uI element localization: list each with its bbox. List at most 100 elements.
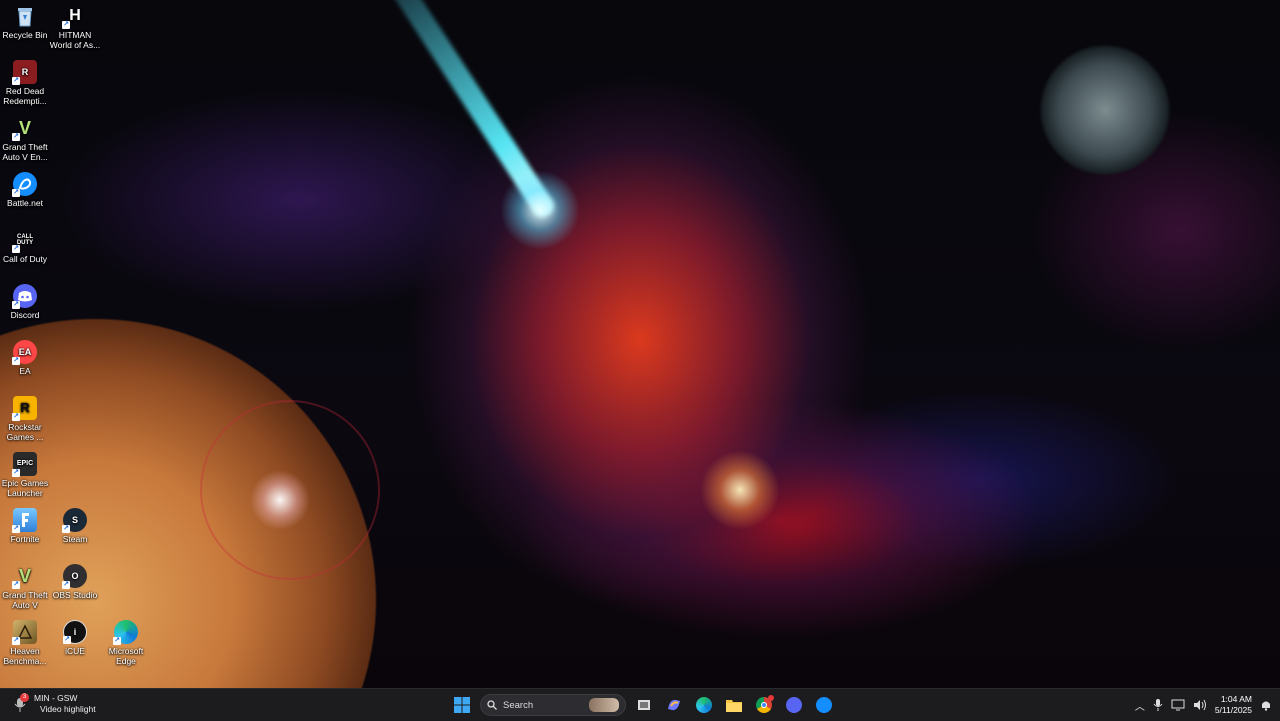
notification-subtitle: Video highlight (40, 704, 96, 714)
shortcut-arrow-icon: ↗ (12, 469, 20, 477)
icon-label: Discord (10, 310, 40, 320)
shortcut-arrow-icon: ↗ (12, 301, 20, 309)
desktop-icon-icue[interactable]: i ↗ iCUE (48, 620, 102, 656)
comet-beam (386, 0, 558, 221)
desktop-icon-rockstar[interactable]: R ↗ Rockstar Games ... (0, 396, 52, 442)
chevron-up-icon[interactable]: ︿ (1135, 698, 1145, 713)
edge-icon: ↗ (113, 620, 138, 645)
recycle-bin-icon (13, 4, 37, 28)
desktop-icon-discord[interactable]: ↗ Discord (0, 284, 52, 320)
icon-glyph: O (71, 571, 79, 581)
desktop-icon-heaven-benchmark[interactable]: ↗ Heaven Benchma... (0, 620, 52, 666)
desktop-icon-obs[interactable]: O ↗ OBS Studio (48, 564, 102, 600)
notification-badge: 3 (20, 693, 29, 702)
icon-label: OBS Studio (52, 590, 98, 600)
desktop-icon-red-dead[interactable]: R ↗ Red Dead Redempti... (0, 60, 52, 106)
taskbar-edge[interactable] (692, 693, 716, 717)
icon-label: Epic Games Launcher (1, 478, 49, 498)
widget-notification[interactable]: 3 MIN - GSW Video highlight (14, 693, 96, 715)
discord-icon: ↗ (12, 284, 37, 309)
icon-label: EA (19, 366, 31, 376)
desktop-icon-gta-v-enhanced[interactable]: V ↗ Grand Theft Auto V En... (0, 116, 52, 162)
search-label: Search (503, 699, 534, 711)
clock-time: 1:04 AM (1220, 694, 1252, 704)
icon-label: Grand Theft Auto V En... (2, 142, 48, 162)
microphone-icon[interactable] (1153, 698, 1163, 712)
notification-bell-icon[interactable] (1260, 699, 1272, 711)
battlenet-icon: ↗ (12, 172, 37, 197)
taskbar-discord[interactable] (782, 693, 806, 717)
hitman-icon: H ↗ (62, 4, 87, 29)
taskbar: 3 MIN - GSW Video highlight Search ︿ 1:0… (0, 688, 1280, 721)
lens-flare (250, 470, 310, 530)
taskbar-clock[interactable]: 1:04 AM 5/11/2025 (1215, 694, 1252, 716)
taskbar-center: Search (450, 692, 836, 718)
desktop-icon-fortnite[interactable]: ↗ Fortnite (0, 508, 52, 544)
call-of-duty-icon: CALL DUTY ↗ (12, 228, 37, 253)
heaven-benchmark-icon: ↗ (12, 620, 37, 645)
red-dead-icon: R ↗ (12, 60, 37, 85)
desktop-icon-hitman[interactable]: H ↗ HITMAN World of As... (48, 4, 102, 51)
obs-icon: O ↗ (62, 564, 87, 589)
shortcut-arrow-icon: ↗ (12, 637, 20, 645)
desktop-icon-battlenet[interactable]: ↗ Battle.net (0, 172, 52, 208)
fortnite-icon: ↗ (12, 508, 37, 533)
volume-icon[interactable] (1193, 699, 1207, 711)
edge-icon (696, 697, 712, 713)
icon-label: Grand Theft Auto V (2, 590, 48, 610)
icon-label: Call of Duty (3, 254, 47, 264)
clock-date: 5/11/2025 (1214, 705, 1252, 715)
task-view-button[interactable] (632, 693, 656, 717)
taskbar-copilot[interactable] (662, 693, 686, 717)
desktop-wallpaper: Recycle Bin R ↗ Red Dead Redempti... V ↗ G… (0, 0, 1280, 688)
discord-icon (786, 697, 802, 713)
shortcut-arrow-icon: ↗ (63, 636, 71, 644)
network-icon[interactable] (1171, 699, 1185, 711)
folder-icon (726, 700, 742, 712)
desktop-icon-gta-v[interactable]: V ↗ Grand Theft Auto V (0, 564, 52, 610)
icon-glyph: EPIC (16, 460, 34, 467)
desktop-icon-steam[interactable]: S ↗ Steam (48, 508, 102, 544)
shortcut-arrow-icon: ↗ (12, 581, 20, 589)
shortcut-arrow-icon: ↗ (12, 525, 20, 533)
icon-label: Microsoft Edge (108, 646, 144, 666)
desktop-icon-call-of-duty[interactable]: CALL DUTY ↗ Call of Duty (0, 228, 52, 264)
icon-glyph: i (73, 627, 77, 637)
desktop-icon-edge[interactable]: ↗ Microsoft Edge (99, 620, 153, 666)
icon-glyph: R (21, 67, 29, 77)
copilot-icon (668, 699, 680, 711)
ea-icon: EA ↗ (12, 340, 37, 365)
taskbar-battlenet[interactable] (812, 693, 836, 717)
icon-glyph: R (20, 400, 30, 415)
shortcut-arrow-icon: ↗ (12, 77, 20, 85)
notification-title: MIN - GSW (34, 693, 78, 703)
icon-glyph: EA (18, 347, 32, 357)
desktop-icon-epic-games[interactable]: EPIC ↗ Epic Games Launcher (0, 452, 52, 498)
icon-label: Fortnite (10, 534, 40, 544)
start-button[interactable] (450, 693, 474, 717)
shortcut-arrow-icon: ↗ (113, 637, 121, 645)
icon-glyph: V (18, 566, 31, 586)
steam-icon: S ↗ (62, 508, 87, 533)
icon-glyph: S (71, 515, 78, 525)
taskbar-chrome[interactable] (752, 693, 776, 717)
desktop-icon-recycle-bin[interactable]: Recycle Bin (0, 4, 52, 40)
icon-glyph: H (69, 7, 81, 24)
notification-text: MIN - GSW Video highlight (34, 693, 96, 715)
search-highlight-icon (589, 698, 619, 712)
icon-label: Battle.net (7, 198, 43, 208)
icon-label: Rockstar Games ... (6, 422, 44, 442)
shortcut-arrow-icon: ↗ (62, 581, 70, 589)
shortcut-arrow-icon: ↗ (12, 245, 20, 253)
icon-label: Steam (62, 534, 88, 544)
desktop-icon-ea[interactable]: EA ↗ EA (0, 340, 52, 376)
icon-label: Recycle Bin (2, 30, 48, 40)
gta-v-icon: V ↗ (12, 564, 37, 589)
icon-glyph: V (18, 118, 31, 138)
taskbar-file-explorer[interactable] (722, 693, 746, 717)
epic-games-icon: EPIC ↗ (12, 452, 37, 477)
taskbar-search[interactable]: Search (480, 694, 626, 716)
battlenet-icon (816, 697, 832, 713)
explosion-glow (700, 450, 780, 530)
recording-dot-icon (768, 695, 774, 701)
